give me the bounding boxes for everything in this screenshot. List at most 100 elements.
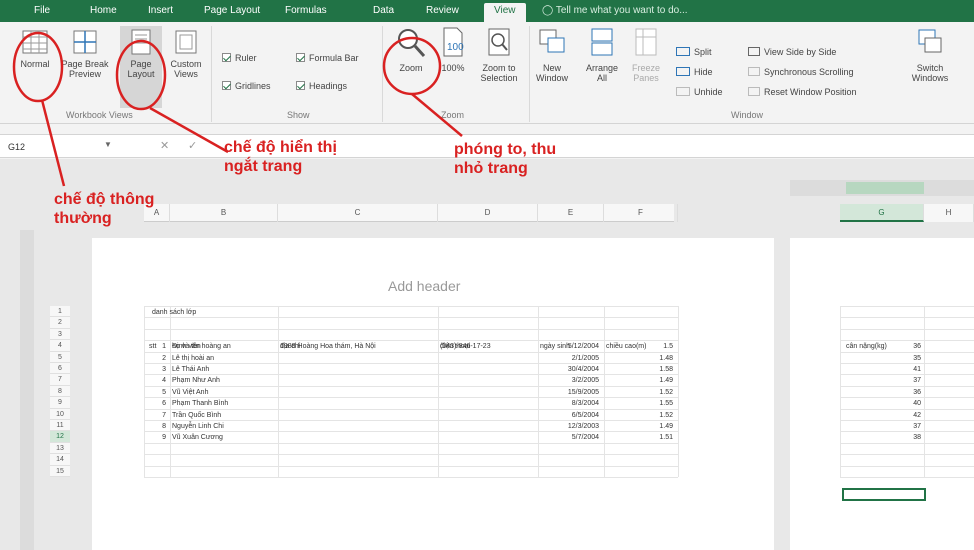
row-header[interactable]: 3 (50, 328, 70, 341)
selected-cell[interactable] (842, 488, 926, 501)
freeze-panes-button[interactable]: Freeze Panes (626, 26, 666, 83)
row-header[interactable]: 15 (50, 465, 70, 477)
table-cell[interactable]: 8 (149, 421, 169, 432)
table-cell[interactable]: Phạm Như Anh (172, 375, 276, 386)
table-cell[interactable]: 6/5/2004 (540, 410, 602, 421)
table-cell[interactable]: 30/4/2004 (540, 364, 602, 375)
zoom-100-button[interactable]: 100 100% (436, 26, 470, 73)
unhide-button[interactable]: Unhide (676, 86, 723, 98)
table-cell[interactable] (280, 432, 436, 443)
col-header-e[interactable]: E (538, 204, 604, 222)
row-header[interactable]: 12 (50, 431, 70, 443)
page-break-preview-button[interactable]: Page Break Preview (60, 28, 110, 79)
split-button[interactable]: Split (676, 46, 712, 58)
table-cell[interactable]: 4 (149, 375, 169, 386)
headings-checkbox[interactable]: Headings (296, 80, 347, 92)
table-cell[interactable]: Vũ Việt Anh (172, 387, 276, 398)
row-header[interactable]: 10 (50, 408, 70, 420)
table-cell[interactable] (440, 353, 536, 364)
col-header-g[interactable]: G (840, 204, 924, 222)
name-box-dropdown-icon[interactable]: ▼ (104, 140, 112, 149)
row-header[interactable]: 8 (50, 385, 70, 398)
table-cell[interactable] (280, 364, 436, 375)
tab-home[interactable]: Home (84, 3, 123, 22)
table-cell[interactable] (280, 375, 436, 386)
table-cell[interactable]: 1 (149, 341, 169, 352)
table-cell[interactable]: 6 (149, 398, 169, 409)
weight-cell[interactable]: 40 (842, 398, 924, 409)
table-cell[interactable] (280, 353, 436, 364)
table-cell[interactable]: 1.49 (606, 375, 676, 386)
synchronous-scrolling-button[interactable]: Synchronous Scrolling (748, 66, 854, 78)
zoom-to-selection-button[interactable]: Zoom to Selection (472, 26, 526, 83)
tell-me-search[interactable]: ◯ Tell me what you want to do... (542, 3, 688, 19)
table-cell[interactable] (440, 432, 536, 443)
custom-views-button[interactable]: Custom Views (164, 28, 208, 79)
row-header[interactable]: 11 (50, 420, 70, 432)
table-cell[interactable]: 7 (149, 410, 169, 421)
table-cell[interactable]: Nguyễn Linh Chi (172, 421, 276, 432)
switch-windows-button[interactable]: Switch Windows (904, 26, 956, 83)
row-header[interactable]: 5 (50, 351, 70, 363)
tab-view[interactable]: View (484, 3, 526, 22)
weight-cell[interactable]: 38 (842, 432, 924, 443)
table-cell[interactable] (440, 364, 536, 375)
view-side-by-side-button[interactable]: View Side by Side (748, 46, 836, 58)
enter-icon[interactable]: ✓ (188, 139, 197, 152)
weight-cell[interactable]: 35 (842, 353, 924, 364)
table-cell[interactable] (280, 410, 436, 421)
table-cell[interactable]: 2/1/2005 (540, 353, 602, 364)
table-cell[interactable] (440, 421, 536, 432)
weight-cell[interactable]: 37 (842, 421, 924, 432)
tab-formulas[interactable]: Formulas (279, 3, 333, 22)
row-header[interactable]: 13 (50, 442, 70, 455)
row-header[interactable]: 6 (50, 363, 70, 375)
table-cell[interactable]: Lê Thái Anh (172, 364, 276, 375)
table-cell[interactable]: 1.52 (606, 410, 676, 421)
weight-cell[interactable]: 42 (842, 410, 924, 421)
table-cell[interactable]: 1.49 (606, 421, 676, 432)
zoom-button[interactable]: Zoom (390, 26, 432, 73)
arrange-all-button[interactable]: Arrange All (580, 26, 624, 83)
col-header-c[interactable]: C (278, 204, 438, 222)
table-cell[interactable]: Trần Quốc Bình (172, 410, 276, 421)
formula-bar-checkbox[interactable]: Formula Bar (296, 52, 359, 64)
table-cell[interactable]: 1988 Hoàng Hoa thám, Hà Nội (280, 341, 436, 352)
hide-button[interactable]: Hide (676, 66, 713, 78)
weight-cell[interactable]: 37 (842, 375, 924, 386)
table-cell[interactable] (280, 387, 436, 398)
table-cell[interactable] (280, 421, 436, 432)
table-cell[interactable]: Đinh văn hoàng an (172, 341, 276, 352)
table-cell[interactable]: Lê thị hoài an (172, 353, 276, 364)
table-cell[interactable]: 1.51 (606, 432, 676, 443)
table-cell[interactable]: 5 (149, 387, 169, 398)
page-layout-view-button[interactable]: Page Layout (120, 26, 162, 108)
table-cell[interactable]: Vũ Xuân Cương (172, 432, 276, 443)
col-header-b[interactable]: B (170, 204, 278, 222)
table-cell[interactable]: (043)-846-17-23 (440, 341, 536, 352)
reset-window-position-button[interactable]: Reset Window Position (748, 86, 857, 98)
table-cell[interactable]: Phạm Thanh Bình (172, 398, 276, 409)
table-cell[interactable]: 1.48 (606, 353, 676, 364)
ruler-checkbox[interactable]: Ruler (222, 52, 257, 64)
row-header[interactable]: 1 (50, 306, 70, 318)
table-cell[interactable]: 8/3/2004 (540, 398, 602, 409)
col-header-f[interactable]: F (604, 204, 678, 222)
table-cell[interactable]: 1.55 (606, 398, 676, 409)
normal-view-button[interactable]: Normal (14, 28, 56, 69)
tab-page-layout[interactable]: Page Layout (198, 3, 266, 22)
table-cell[interactable] (280, 398, 436, 409)
table-cell[interactable]: 12/3/2003 (540, 421, 602, 432)
table-cell[interactable]: 2 (149, 353, 169, 364)
table-cell[interactable]: 1.5 (606, 341, 676, 352)
row-header[interactable]: 4 (50, 340, 70, 352)
table-cell[interactable] (440, 410, 536, 421)
tab-review[interactable]: Review (420, 3, 465, 22)
row-header[interactable]: 2 (50, 317, 70, 329)
table-cell[interactable]: 5/12/2004 (540, 341, 602, 352)
weight-cell[interactable]: 36 (842, 387, 924, 398)
tab-file[interactable]: File (28, 3, 56, 22)
row-header[interactable]: 7 (50, 374, 70, 386)
table-cell[interactable]: 1.58 (606, 364, 676, 375)
col-header-d[interactable]: D (438, 204, 538, 222)
